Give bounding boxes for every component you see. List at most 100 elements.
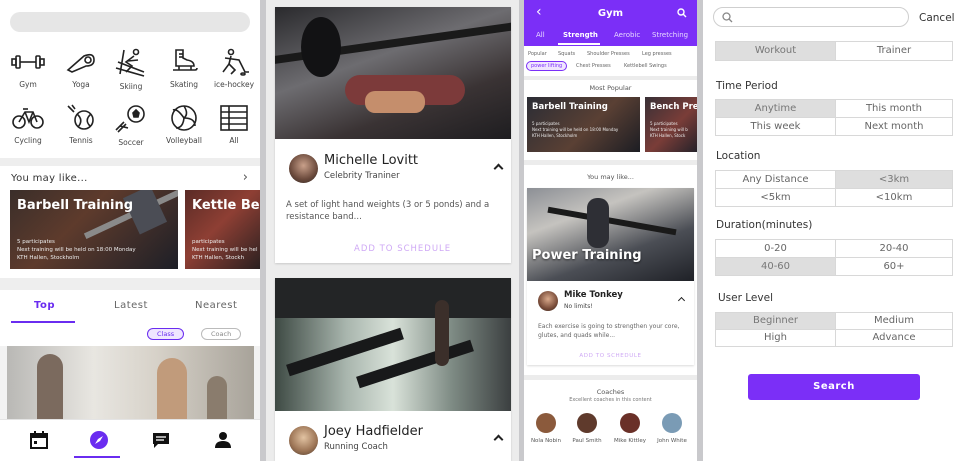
sport-label: Yoga bbox=[72, 80, 90, 89]
avatar bbox=[577, 413, 597, 433]
tennis-ball-icon bbox=[67, 104, 94, 130]
person-image bbox=[157, 358, 187, 420]
feed-tabs: Top Latest Nearest Class Coach bbox=[0, 290, 260, 346]
avatar bbox=[536, 413, 556, 433]
time-this-week[interactable]: This week bbox=[715, 117, 836, 136]
location-5km[interactable]: <5km bbox=[715, 188, 836, 207]
sport-all[interactable]: All bbox=[210, 104, 258, 145]
coach-name: Mike Kittley bbox=[613, 438, 646, 444]
location-10km[interactable]: <10km bbox=[835, 188, 953, 207]
search-icon[interactable] bbox=[677, 8, 687, 18]
person-image bbox=[365, 91, 425, 113]
time-next-month[interactable]: Next month bbox=[835, 117, 953, 136]
location-3km[interactable]: <3km bbox=[835, 170, 953, 189]
card-location: KTH Hallen, Stockh bbox=[192, 255, 245, 261]
trainer-photo bbox=[275, 278, 511, 411]
training-card-barbell[interactable]: Barbell Training 5 participates Next tra… bbox=[10, 190, 178, 269]
chevron-up-icon[interactable] bbox=[493, 163, 504, 174]
cancel-button[interactable]: Cancel bbox=[919, 12, 955, 24]
sport-tennis[interactable]: Tennis bbox=[57, 104, 105, 145]
coaches-section: Coaches Excellent coaches in this conten… bbox=[524, 380, 697, 461]
profile-icon[interactable] bbox=[213, 430, 233, 450]
type-workout[interactable]: Workout bbox=[715, 41, 836, 61]
subcategory-kettlebell-swings[interactable]: Kettlebell Swings bbox=[624, 63, 667, 69]
duration-20-40[interactable]: 20-40 bbox=[835, 239, 953, 258]
trainer-description: A set of light hand weights (3 or 5 pond… bbox=[286, 200, 490, 222]
section-title: Most Popular bbox=[589, 84, 632, 92]
training-card-barbell[interactable]: Barbell Training 5 participates Next tra… bbox=[527, 97, 640, 152]
subcategory-shoulder-presses[interactable]: Shoulder Presses bbox=[587, 51, 630, 57]
compass-icon[interactable] bbox=[89, 430, 109, 450]
add-to-schedule-button[interactable]: ADD TO SCHEDULE bbox=[354, 244, 451, 254]
sport-soccer[interactable]: Soccer bbox=[107, 104, 155, 147]
sport-yoga[interactable]: Yoga bbox=[57, 48, 105, 89]
chip-class[interactable]: Class bbox=[147, 328, 185, 340]
training-card-bench[interactable]: Bench Pres 5 participates Next training … bbox=[645, 97, 697, 152]
coach-item[interactable]: Nola Nobin bbox=[526, 413, 566, 444]
duration-0-20[interactable]: 0-20 bbox=[715, 239, 836, 258]
type-trainer[interactable]: Trainer bbox=[835, 41, 953, 61]
sport-ice-hockey[interactable]: ice-hockey bbox=[210, 48, 258, 89]
card-location: KTH Hallen, Stockholm bbox=[17, 255, 80, 261]
grid-list-icon bbox=[220, 105, 248, 131]
subcategory-popular[interactable]: Popular bbox=[528, 51, 547, 57]
soccer-ball-icon bbox=[115, 105, 145, 133]
tab-nearest[interactable]: Nearest bbox=[195, 300, 237, 311]
level-advance[interactable]: Advance bbox=[835, 329, 953, 347]
subcategory-leg-presses[interactable]: Leg presses bbox=[642, 51, 672, 57]
yoga-mat-icon bbox=[66, 53, 95, 73]
tab-top[interactable]: Top bbox=[34, 300, 55, 311]
trainer-card[interactable]: Michelle Lovitt Celebrity Traniner A set… bbox=[275, 7, 511, 263]
chevron-up-icon[interactable] bbox=[677, 296, 686, 305]
training-card-kettle[interactable]: Kettle Bell participates Next training w… bbox=[185, 190, 260, 269]
sport-skiing[interactable]: Skiing bbox=[107, 48, 155, 91]
power-training-card[interactable]: Power Training Mike Tonkey No limits! Ea… bbox=[527, 188, 694, 365]
chip-coach[interactable]: Coach bbox=[201, 328, 242, 340]
coach-name: Mike Tonkey bbox=[564, 290, 623, 300]
sport-label: Tennis bbox=[69, 136, 93, 145]
level-high[interactable]: High bbox=[715, 329, 836, 347]
avatar bbox=[289, 154, 318, 183]
chevron-right-icon[interactable]: › bbox=[243, 170, 248, 185]
tab-latest[interactable]: Latest bbox=[114, 300, 148, 311]
tab-indicator bbox=[11, 321, 75, 323]
level-medium[interactable]: Medium bbox=[835, 312, 953, 330]
tab-all[interactable]: All bbox=[536, 31, 545, 39]
sport-skating[interactable]: Skating bbox=[160, 48, 208, 89]
location-any[interactable]: Any Distance bbox=[715, 170, 836, 189]
coach-item[interactable]: Paul Smith bbox=[567, 413, 607, 444]
dumbbell-icon bbox=[11, 55, 45, 69]
divider bbox=[0, 158, 260, 166]
search-input[interactable] bbox=[713, 7, 909, 27]
time-this-month[interactable]: This month bbox=[835, 99, 953, 118]
level-beginner[interactable]: Beginner bbox=[715, 312, 836, 330]
subcategory-chest-presses[interactable]: Chest Presses bbox=[576, 63, 611, 69]
trainer-photo bbox=[275, 7, 511, 139]
subcategory-squats[interactable]: Squats bbox=[558, 51, 575, 57]
coach-tagline: No limits! bbox=[564, 303, 593, 310]
trainer-card[interactable]: Joey Hadfielder Running Coach bbox=[275, 278, 511, 461]
search-input[interactable] bbox=[10, 12, 250, 32]
coach-name: Nola Nobin bbox=[530, 438, 562, 444]
sport-volleyball[interactable]: Volleyball bbox=[160, 104, 208, 145]
duration-40-60[interactable]: 40-60 bbox=[715, 257, 836, 276]
subcategory-power-lifting[interactable]: power lifting bbox=[526, 61, 568, 71]
chat-icon[interactable] bbox=[151, 430, 171, 450]
hockey-icon bbox=[222, 48, 249, 76]
sport-cycling[interactable]: Cycling bbox=[4, 104, 52, 145]
add-to-schedule-button[interactable]: ADD TO SCHEDULE bbox=[527, 353, 694, 359]
calendar-icon[interactable] bbox=[29, 430, 49, 450]
tab-stretching[interactable]: Stretching bbox=[652, 31, 688, 39]
coach-item[interactable]: John White bbox=[652, 413, 692, 444]
trainer-role: Running Coach bbox=[324, 442, 388, 452]
tab-aerobic[interactable]: Aerobic bbox=[614, 31, 640, 39]
duration-60-plus[interactable]: 60+ bbox=[835, 257, 953, 276]
chevron-up-icon[interactable] bbox=[493, 434, 504, 445]
class-photo[interactable] bbox=[7, 346, 254, 420]
sport-gym[interactable]: Gym bbox=[4, 48, 52, 89]
trainer-name: Joey Hadfielder bbox=[324, 424, 423, 439]
time-anytime[interactable]: Anytime bbox=[715, 99, 836, 118]
coach-item[interactable]: Mike Kittley bbox=[610, 413, 650, 444]
tab-strength[interactable]: Strength bbox=[563, 31, 598, 39]
search-button[interactable]: Search bbox=[748, 374, 920, 400]
